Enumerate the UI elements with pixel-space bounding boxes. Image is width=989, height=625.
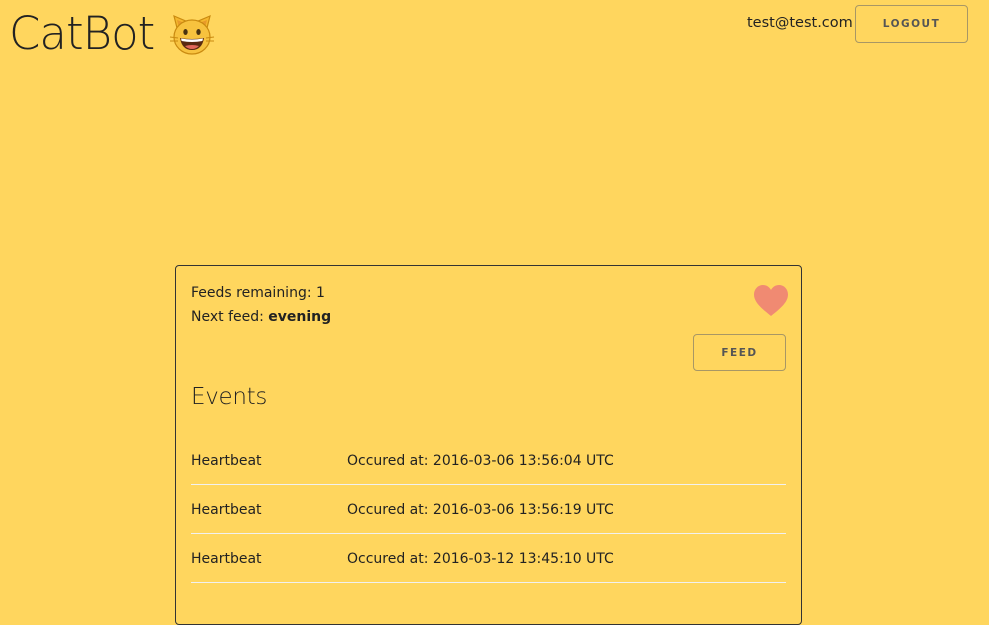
logout-button[interactable]: LOGOUT xyxy=(855,5,968,43)
event-row: Heartbeat Occured at: 2016-03-06 13:56:1… xyxy=(191,485,786,534)
events-list: Heartbeat Occured at: 2016-03-06 13:56:0… xyxy=(191,436,786,583)
feeding-panel: Feeds remaining: 1 Next feed: evening FE… xyxy=(175,265,802,625)
next-feed-value: evening xyxy=(268,309,332,325)
event-type: Heartbeat xyxy=(191,502,262,518)
heart-icon xyxy=(753,284,789,318)
event-time: Occured at: 2016-03-06 13:56:19 UTC xyxy=(347,502,614,518)
feeds-remaining-label: Feeds remaining: xyxy=(191,285,312,301)
grinning-cat-face-icon xyxy=(168,10,216,58)
user-email: test@test.com xyxy=(747,15,853,31)
event-time: Occured at: 2016-03-12 13:45:10 UTC xyxy=(347,551,614,567)
event-row: Heartbeat Occured at: 2016-03-12 13:45:1… xyxy=(191,534,786,583)
events-title: Events xyxy=(191,384,268,410)
brand: CatBot xyxy=(9,6,216,62)
feeds-remaining-value: 1 xyxy=(316,285,325,301)
event-row: Heartbeat Occured at: 2016-03-06 13:56:0… xyxy=(191,436,786,485)
feeds-remaining: Feeds remaining: 1 xyxy=(191,284,325,302)
event-time: Occured at: 2016-03-06 13:56:04 UTC xyxy=(347,453,614,469)
next-feed: Next feed: evening xyxy=(191,308,331,326)
app-title: CatBot xyxy=(9,7,155,60)
feed-button[interactable]: FEED xyxy=(693,334,786,371)
next-feed-label: Next feed: xyxy=(191,309,264,325)
event-type: Heartbeat xyxy=(191,453,262,469)
event-type: Heartbeat xyxy=(191,551,262,567)
heart-shape xyxy=(754,285,788,316)
